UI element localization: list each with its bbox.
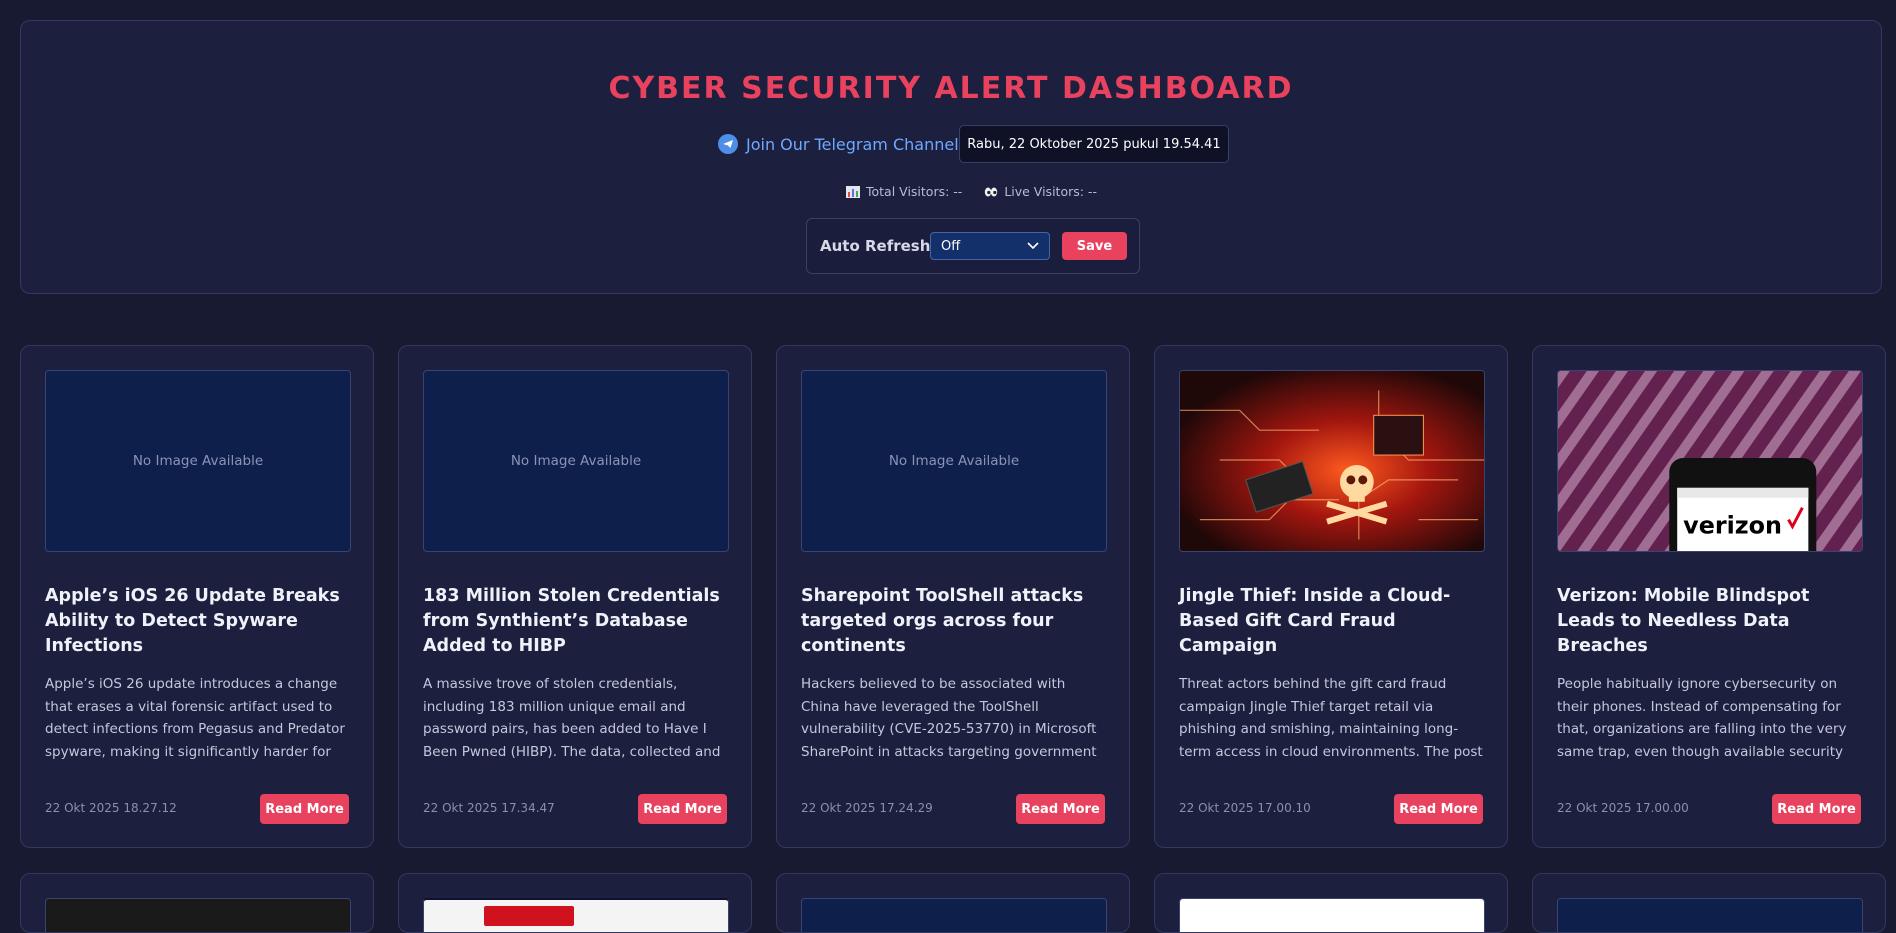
card-image [1179,898,1485,932]
card-title[interactable]: Sharepoint ToolShell attacks targeted or… [801,584,1111,659]
live-visitors: Live Visitors: -- [984,184,1097,199]
card-date: 22 Okt 2025 18.27.12 [45,801,177,815]
no-image-text: No Image Available [510,453,642,469]
card-date: 22 Okt 2025 17.24.29 [801,801,933,815]
circuit-board-skull-image [1180,371,1484,551]
news-card: No Image Available 183 Million Stolen Cr… [398,345,752,848]
news-card-partial [1532,873,1886,933]
telegram-icon [718,134,738,154]
dashboard-header: CYBER SECURITY ALERT DASHBOARD Join Our … [20,20,1882,294]
card-image-placeholder: No Image Available [423,370,729,552]
card-date: 22 Okt 2025 17.00.00 [1557,801,1689,815]
card-image: verizon [1557,370,1863,552]
no-image-text: No Image Available [888,453,1020,469]
card-image-placeholder: No Image Available [45,370,351,552]
card-description: Apple’s iOS 26 update introduces a chang… [45,676,345,760]
verizon-phone-image: verizon [1558,371,1862,551]
card-image [423,898,729,932]
auto-refresh-select[interactable]: Off [930,232,1050,260]
news-card: verizon Verizon: Mobile Blindspot Leads … [1532,345,1886,848]
read-more-button[interactable]: Read More [1772,794,1861,824]
bar-chart-icon [846,185,860,198]
read-more-button[interactable]: Read More [1394,794,1483,824]
card-title[interactable]: 183 Million Stolen Credentials from Synt… [423,584,733,659]
read-more-button[interactable]: Read More [1016,794,1105,824]
total-visitors: Total Visitors: -- [846,184,962,199]
auto-refresh-value: Off [941,238,961,254]
read-more-button[interactable]: Read More [638,794,727,824]
card-title[interactable]: Jingle Thief: Inside a Cloud-Based Gift … [1179,584,1489,659]
card-image-placeholder: No Image Available [801,370,1107,552]
no-image-text: No Image Available [132,453,264,469]
telegram-link[interactable]: Join Our Telegram Channel [718,134,959,154]
card-date: 22 Okt 2025 17.00.10 [1179,801,1311,815]
telegram-label: Join Our Telegram Channel [746,134,959,154]
chevron-down-icon [1027,242,1039,250]
page-title: CYBER SECURITY ALERT DASHBOARD [608,71,1294,106]
card-title[interactable]: Verizon: Mobile Blindspot Leads to Needl… [1557,584,1867,659]
read-more-button[interactable]: Read More [260,794,349,824]
card-date: 22 Okt 2025 17.34.47 [423,801,555,815]
card-description: Hackers believed to be associated with C… [801,676,1097,760]
card-title[interactable]: Apple’s iOS 26 Update Breaks Ability to … [45,584,355,659]
card-image [1179,370,1485,552]
card-image-placeholder [1557,898,1863,932]
svg-text:verizon: verizon [1683,512,1782,540]
live-visitors-label: Live Visitors: -- [1004,184,1097,199]
card-description: People habitually ignore cybersecurity o… [1557,676,1847,760]
visitor-stats: Total Visitors: -- Live Visitors: -- [846,184,1097,199]
news-card-partial [20,873,374,933]
card-image-placeholder [801,898,1107,932]
auto-refresh-panel: Auto Refresh: Off Save [806,218,1140,274]
auto-refresh-label: Auto Refresh: [820,237,937,255]
news-card: No Image Available Apple’s iOS 26 Update… [20,345,374,848]
eyes-icon [985,187,998,196]
card-description: Threat actors behind the gift card fraud… [1179,676,1483,760]
news-card: No Image Available Sharepoint ToolShell … [776,345,1130,848]
news-card-partial [1154,873,1508,933]
datetime-display: Rabu, 22 Oktober 2025 pukul 19.54.41 [959,125,1229,163]
news-card-partial [398,873,752,933]
save-button[interactable]: Save [1062,232,1127,260]
card-image [45,898,351,932]
news-card-partial [776,873,1130,933]
total-visitors-label: Total Visitors: -- [866,184,963,199]
card-description: A massive trove of stolen credentials, i… [423,676,721,760]
news-card: Jingle Thief: Inside a Cloud-Based Gift … [1154,345,1508,848]
